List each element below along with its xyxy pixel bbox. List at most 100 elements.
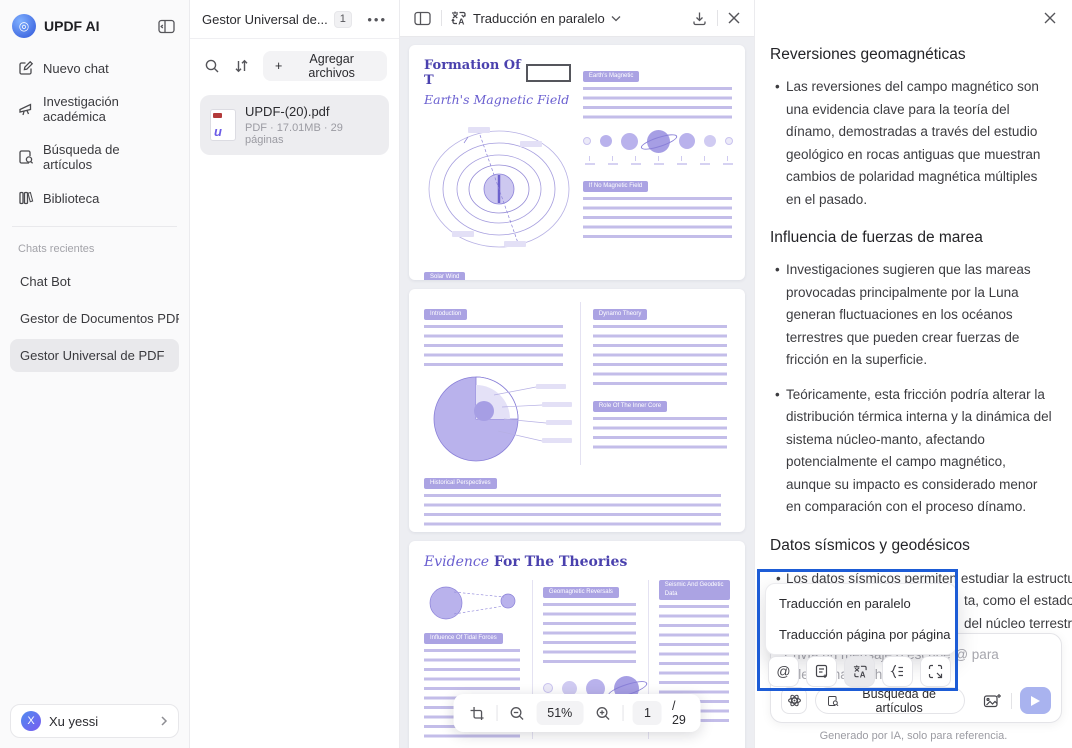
extract-outline-icon[interactable] — [882, 655, 913, 687]
translation-mode-dropdown[interactable]: A Traducción en paralelo — [450, 10, 621, 26]
text-selection-box — [525, 64, 571, 82]
sidebar-item-academic-research[interactable]: Investigación académica — [10, 86, 179, 132]
pdf-badge: Historical Perspectives — [424, 478, 497, 489]
collapse-sidebar-icon[interactable] — [156, 17, 177, 36]
menu-item-page-by-page-translation[interactable]: Traducción página por página — [766, 619, 956, 650]
earth-core-diagram — [433, 376, 572, 462]
magnetic-field-diagram — [428, 127, 570, 248]
viewer-toolbar: 51% 1 / 29 — [453, 694, 701, 732]
chat-item-gestor-universal[interactable]: Gestor Universal de PDF — [10, 339, 179, 372]
updf-logo-icon: ◎ — [12, 14, 36, 38]
divider — [1010, 692, 1012, 709]
translation-content: Reversiones geomagnéticas Las reversione… — [755, 0, 1072, 694]
pdf-badge: Dynamo Theory — [592, 309, 648, 320]
article-search-pill-button[interactable]: Búsqueda de artículos — [815, 687, 965, 715]
translation-panel: Reversiones geomagnéticas Las reversione… — [755, 0, 1072, 748]
pdf-badge: Geomagnetic Reversals — [542, 587, 619, 598]
sidebar-item-label: Investigación académica — [43, 94, 119, 124]
more-options-icon[interactable]: ••• — [367, 12, 387, 27]
send-icon — [1030, 695, 1040, 706]
zoom-level-value: 51% — [536, 701, 584, 725]
zoom-in-icon[interactable] — [593, 704, 612, 723]
sidebar-divider — [12, 226, 177, 227]
research-icon — [19, 103, 32, 116]
pdf-badge: Earth's Magnetic — [582, 71, 640, 82]
sidebar: ◎ UPDF AI Nuevo chat Investigación acadé… — [0, 0, 190, 748]
translation-mode-label: Traducción en paralelo — [473, 10, 605, 26]
chat-item-chat-bot[interactable]: Chat Bot — [10, 265, 179, 298]
quick-actions-row: @ A — [768, 655, 951, 687]
svg-text:A: A — [458, 17, 464, 27]
sidebar-header: ◎ UPDF AI — [10, 12, 179, 52]
sort-icon[interactable] — [232, 56, 251, 76]
pdf-badge: Introduction — [424, 309, 468, 320]
updf-ai-app: ◎ UPDF AI Nuevo chat Investigación acadé… — [0, 0, 1072, 748]
section-heading: Influencia de fuerzas de marea — [770, 229, 983, 246]
chevron-down-icon — [611, 15, 621, 21]
sidebar-item-library[interactable]: Biblioteca — [10, 182, 179, 214]
pdf-badge: Role Of The Inner Core — [592, 401, 668, 412]
pdf-badge: Influence Of Tidal Forces — [424, 633, 503, 644]
menu-item-parallel-translation[interactable]: Traducción en paralelo — [766, 588, 956, 619]
divider — [622, 705, 623, 721]
page-total-label: / 29 — [671, 699, 686, 727]
tidal-forces-diagram — [429, 586, 516, 620]
translation-mode-menu: Traducción en paralelo Traducción página… — [765, 582, 957, 655]
search-icon[interactable] — [202, 56, 222, 76]
viewer-topbar: A Traducción en paralelo — [400, 0, 754, 37]
saturn-icon — [646, 129, 670, 153]
pdf-page-1[interactable]: Formation Of T Earth's Magnetic Field Ea… — [409, 45, 745, 280]
translate-icon: A — [451, 11, 466, 27]
file-name: UPDF-(20).pdf — [245, 104, 330, 119]
section-heading: Datos sísmicos y geodésicos — [770, 536, 970, 554]
user-name: Xu yessi — [49, 713, 99, 729]
page-number-input[interactable]: 1 — [632, 701, 662, 725]
file-list-item[interactable]: u UPDF-(20).pdf PDF · 17.01MB · 29 págin… — [200, 95, 389, 155]
divider — [441, 10, 442, 26]
sidebar-item-label: Biblioteca — [43, 190, 100, 206]
ai-model-icon[interactable] — [781, 687, 808, 714]
pdf-page-2[interactable]: Introduction Dynamo Theory Role Of The I… — [409, 289, 745, 532]
new-chat-icon — [19, 60, 34, 75]
toggle-thumbnails-icon[interactable] — [412, 9, 433, 28]
library-icon — [19, 191, 34, 205]
pdf-pages-area: Formation Of T Earth's Magnetic Field Ea… — [400, 37, 754, 748]
file-panel-header: Gestor Universal de... 1 ••• — [190, 0, 399, 39]
user-account-button[interactable]: X Xu yessi — [10, 704, 179, 738]
pdf-page1-subtitle: Earth's Magnetic Field — [424, 92, 570, 107]
chevron-right-icon — [161, 716, 168, 726]
crop-icon[interactable] — [468, 704, 487, 723]
bullet-paragraph: Teóricamente, esta fricción podría alter… — [775, 384, 1052, 519]
mention-icon[interactable]: @ — [768, 655, 799, 687]
file-panel-title: Gestor Universal de... — [202, 11, 328, 27]
svg-text:A: A — [859, 670, 865, 678]
planet-ticks — [583, 156, 735, 165]
add-files-button[interactable]: + Agregar archivos — [263, 51, 387, 81]
close-panel-icon[interactable] — [1042, 10, 1058, 26]
send-button[interactable] — [1019, 687, 1052, 714]
sidebar-item-new-chat[interactable]: Nuevo chat — [10, 52, 179, 84]
add-image-icon[interactable] — [981, 691, 1003, 711]
user-avatar: X — [21, 711, 41, 731]
pdf-page1-title: Formation Of T — [424, 58, 571, 88]
summarize-icon[interactable] — [806, 655, 837, 687]
sidebar-item-article-search[interactable]: Búsqueda de artículos — [10, 134, 179, 180]
recent-chats-label: Chats recientes — [18, 243, 95, 255]
text-lines-placeholder — [592, 325, 728, 386]
zoom-out-icon[interactable] — [507, 704, 526, 723]
app-title: UPDF AI — [44, 18, 100, 34]
section-heading: Reversiones geomagnéticas — [770, 46, 966, 63]
text-lines-placeholder — [582, 87, 732, 120]
sidebar-item-label: Nuevo chat — [43, 60, 109, 76]
close-viewer-icon[interactable] — [726, 10, 742, 26]
file-count-badge: 1 — [333, 10, 352, 28]
translate-icon[interactable]: A — [844, 655, 875, 687]
download-icon[interactable] — [690, 9, 709, 28]
text-lines-placeholder — [542, 603, 636, 664]
bullet-line-fragment: del núcleo terrestre. — [964, 615, 1072, 631]
bullet-paragraph: Investigaciones sugieren que las mareas … — [775, 259, 1052, 372]
file-panel: Gestor Universal de... 1 ••• + Agregar a… — [190, 0, 400, 748]
pdf-badge: Seismic And Geodetic Data — [658, 580, 730, 600]
area-select-icon[interactable] — [920, 655, 951, 687]
chat-item-gestor-documentos[interactable]: Gestor de Documentos PDF — [10, 302, 179, 335]
